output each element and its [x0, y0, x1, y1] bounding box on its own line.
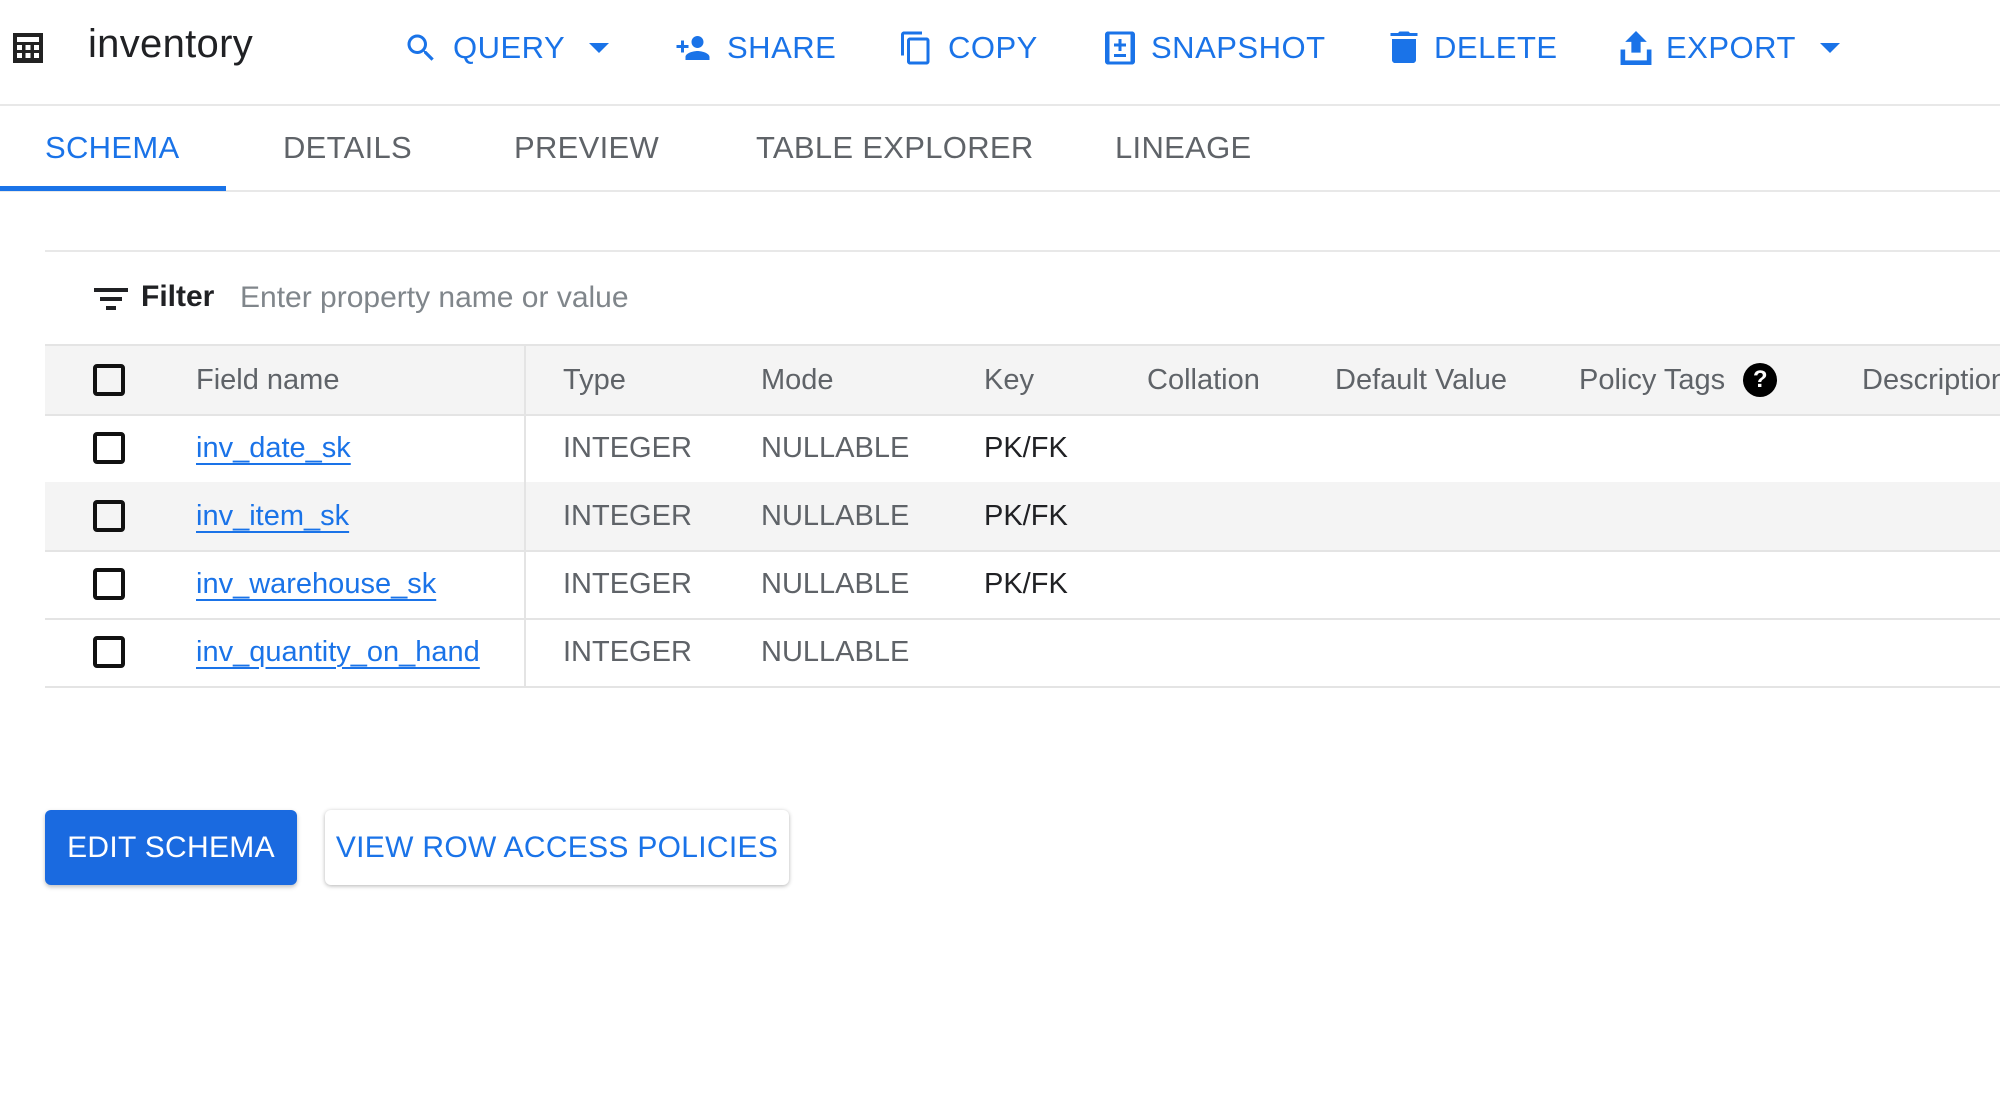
column-header-default-value[interactable]: Default Value	[1335, 346, 1507, 414]
query-label: QUERY	[453, 30, 566, 65]
copy-icon	[901, 31, 930, 65]
column-header-description[interactable]: Description	[1862, 346, 2000, 414]
export-label: EXPORT	[1666, 30, 1796, 65]
row-checkbox[interactable]	[93, 636, 125, 668]
policy-tags-label: Policy Tags	[1579, 363, 1726, 396]
column-header-field-name[interactable]: Field name	[196, 346, 339, 414]
key-cell: PK/FK	[984, 431, 1068, 464]
edit-schema-button[interactable]: EDIT SCHEMA	[45, 810, 297, 885]
column-divider	[524, 550, 526, 618]
column-header-type[interactable]: Type	[563, 346, 626, 414]
key-cell: PK/FK	[984, 567, 1068, 600]
column-header-policy-tags[interactable]: Policy Tags ?	[1579, 346, 1778, 414]
view-row-access-policies-button[interactable]: VIEW ROW ACCESS POLICIES	[325, 810, 789, 885]
table-icon	[13, 33, 43, 63]
mode-cell: NULLABLE	[761, 567, 910, 600]
tab-schema[interactable]: SCHEMA	[45, 106, 179, 190]
select-all-checkbox[interactable]	[93, 364, 125, 396]
mode-cell: NULLABLE	[761, 499, 910, 532]
type-cell: INTEGER	[563, 499, 692, 532]
tab-bar: SCHEMA DETAILS PREVIEW TABLE EXPLORER LI…	[0, 106, 2000, 192]
table-row: inv_date_sk INTEGER NULLABLE PK/FK	[45, 414, 2000, 484]
table-row: inv_item_sk INTEGER NULLABLE PK/FK	[45, 482, 2000, 552]
divider	[45, 250, 2000, 252]
person-add-icon	[676, 36, 710, 60]
column-header-mode[interactable]: Mode	[761, 346, 834, 414]
row-checkbox[interactable]	[93, 500, 125, 532]
chevron-down-icon	[589, 43, 610, 53]
search-icon	[407, 34, 434, 61]
help-icon[interactable]: ?	[1743, 363, 1778, 397]
upload-icon	[1620, 31, 1652, 65]
tab-details[interactable]: DETAILS	[283, 106, 412, 190]
field-name-link[interactable]: inv_quantity_on_hand	[196, 618, 480, 686]
field-name-link[interactable]: inv_item_sk	[196, 482, 349, 550]
page-title: inventory	[88, 22, 254, 66]
export-button[interactable]: EXPORT	[1620, 24, 1840, 72]
column-divider	[524, 346, 526, 414]
row-checkbox[interactable]	[93, 568, 125, 600]
table-row: inv_warehouse_sk INTEGER NULLABLE PK/FK	[45, 550, 2000, 620]
mode-cell: NULLABLE	[761, 431, 910, 464]
column-header-key[interactable]: Key	[984, 346, 1034, 414]
column-divider	[524, 482, 526, 550]
filter-input[interactable]	[240, 276, 1440, 320]
chevron-down-icon	[1819, 43, 1840, 53]
filter-label: Filter	[141, 280, 215, 313]
snapshot-button[interactable]: SNAPSHOT	[1103, 24, 1326, 72]
type-cell: INTEGER	[563, 431, 692, 464]
delete-label: DELETE	[1434, 30, 1558, 65]
share-button[interactable]: SHARE	[673, 24, 836, 72]
tab-lineage[interactable]: LINEAGE	[1115, 106, 1251, 190]
copy-label: COPY	[948, 30, 1038, 65]
tab-table-explorer[interactable]: TABLE EXPLORER	[756, 106, 1034, 190]
trash-icon	[1390, 31, 1418, 63]
column-divider	[524, 618, 526, 686]
key-cell: PK/FK	[984, 499, 1068, 532]
type-cell: INTEGER	[563, 635, 692, 668]
copy-button[interactable]: COPY	[898, 24, 1038, 72]
delete-button[interactable]: DELETE	[1388, 24, 1558, 72]
column-header-collation[interactable]: Collation	[1147, 346, 1260, 414]
snapshot-label: SNAPSHOT	[1151, 30, 1326, 65]
column-divider	[524, 414, 526, 482]
field-name-link[interactable]: inv_warehouse_sk	[196, 550, 436, 618]
row-checkbox[interactable]	[93, 432, 125, 464]
tab-preview[interactable]: PREVIEW	[514, 106, 659, 190]
share-label: SHARE	[727, 30, 837, 65]
table-row: inv_quantity_on_hand INTEGER NULLABLE	[45, 618, 2000, 688]
mode-cell: NULLABLE	[761, 635, 910, 668]
snapshot-icon	[1105, 31, 1135, 65]
field-name-link[interactable]: inv_date_sk	[196, 414, 351, 482]
active-tab-indicator	[0, 186, 226, 191]
header-bar: inventory QUERY SHARE COPY SNAPSHOT DELE…	[0, 0, 2000, 106]
filter-icon[interactable]	[94, 286, 128, 312]
query-button[interactable]: QUERY	[403, 24, 610, 72]
table-header-row: Field name Type Mode Key Collation Defau…	[45, 344, 2000, 416]
type-cell: INTEGER	[563, 567, 692, 600]
